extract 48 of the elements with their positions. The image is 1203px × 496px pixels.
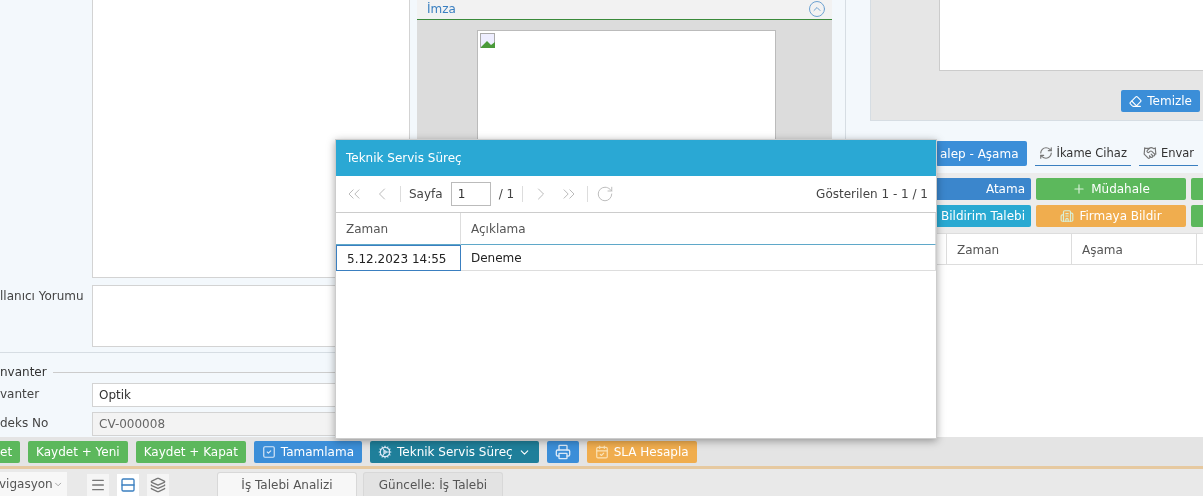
printer-icon [554,444,571,460]
field-label: llanıcı Yorumu [0,288,85,305]
navigation-dropdown[interactable]: vigasyon [0,472,67,496]
action-button[interactable]: Tamamlama [253,441,363,463]
refresh-icon [1038,146,1053,160]
toolbar-link[interactable]: İkame Cihaz [1034,141,1131,166]
clear-button[interactable]: Temizle [1121,90,1200,112]
stage-button[interactable]: alep - Aşama [936,141,1027,166]
collapse-icon[interactable] [808,0,826,18]
table-cell: 5.12.2023 14:55 [336,245,461,271]
list-view-icon [90,477,106,493]
windows-view-icon [150,477,166,493]
view-button[interactable] [147,474,169,496]
page-total: / 1 [498,187,515,201]
checkbox-icon [261,445,276,459]
action-button[interactable]: Firmaya Bildir [1036,205,1186,227]
panel-title: İmza [427,1,456,16]
calendar-icon [594,445,609,459]
section-legend: nvanter [0,365,47,379]
refresh-icon[interactable] [596,185,615,203]
handshake-icon [1142,146,1157,160]
view-button[interactable] [117,474,139,496]
eraser-icon [1129,94,1143,108]
view-button[interactable] [87,474,109,496]
column-header: Zaman [336,213,461,245]
dialog-title: Teknik Servis Süreç [346,151,462,165]
toolbar-link[interactable]: Envar [1138,141,1199,166]
action-button[interactable]: Müdahale [1036,178,1186,200]
action-button[interactable]: Teknik Servis Süreç [370,441,539,463]
page-tab[interactable]: Güncelle: İş Talebi [363,472,503,496]
rows-view-icon [120,477,136,493]
signature-pad[interactable] [939,0,1203,71]
action-button[interactable]: Kaydet + Yeni [28,441,128,463]
action-button[interactable]: Kaydet + Kapat [135,441,246,463]
action-button[interactable]: et [0,441,21,463]
column-header: Açıklama [461,213,936,245]
table-cell: Deneme [461,245,936,271]
page-tab[interactable]: İş Talebi Analizi [217,472,357,496]
gear-icon [378,445,393,459]
broken-image-icon [480,33,496,49]
print-button[interactable] [546,441,579,463]
building-icon [1060,209,1075,223]
page-input[interactable]: 1 [450,182,491,206]
page-label: Sayfa [409,187,443,201]
action-button[interactable]: SLA Hesapla [586,441,697,463]
field-label: vanter [0,386,41,403]
field-label: deks No [0,415,50,432]
plus-icon [1072,182,1087,196]
